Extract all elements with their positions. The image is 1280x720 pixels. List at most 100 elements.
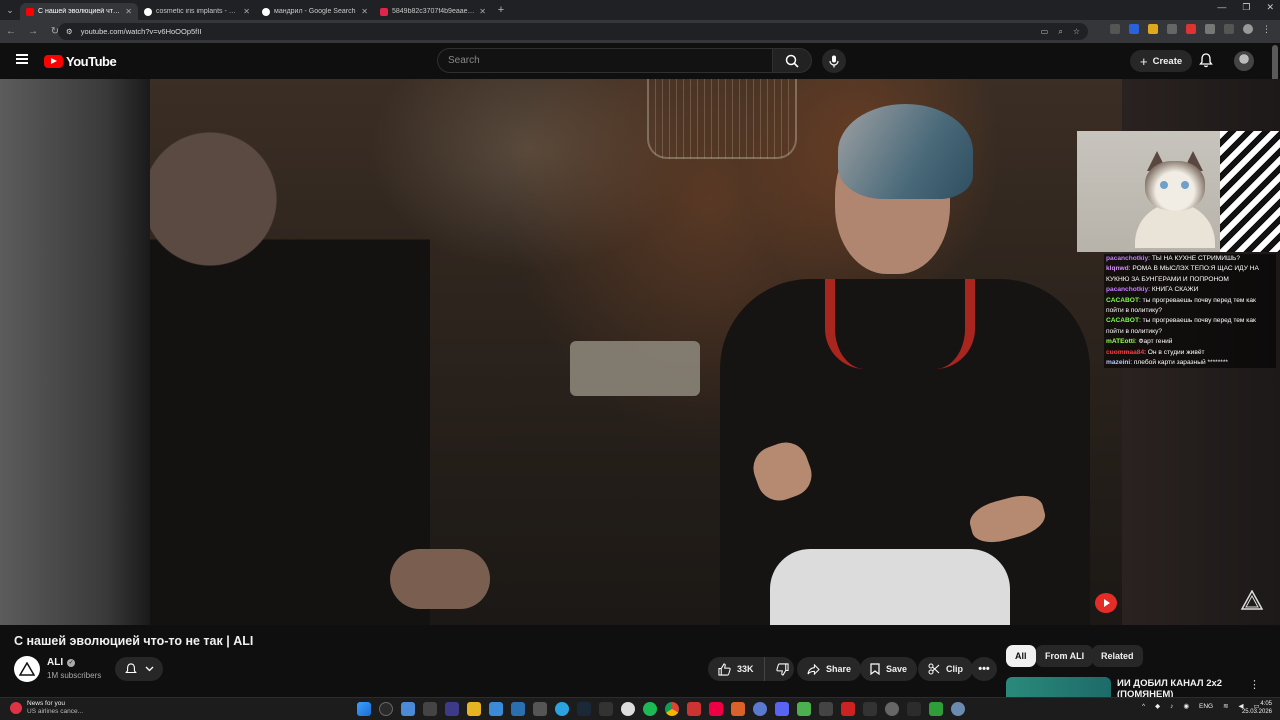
chip-related[interactable]: Related [1092, 645, 1143, 667]
app-icon[interactable] [819, 702, 833, 716]
chat-user: pacanchotkiy [1106, 286, 1149, 294]
app-icon[interactable] [731, 702, 745, 716]
youtube-logo[interactable]: YouTube [44, 54, 117, 69]
language-indicator[interactable]: ENG [1199, 703, 1213, 710]
windows-start-icon[interactable] [357, 702, 371, 716]
tray-app-icon[interactable]: ◆ [1155, 702, 1160, 710]
folder-icon[interactable] [467, 702, 481, 716]
news-title: News for you [27, 700, 65, 707]
app-icon[interactable] [511, 702, 525, 716]
cast-icon[interactable]: ▭ [1041, 27, 1049, 37]
app-icon[interactable] [863, 702, 877, 716]
tray-chevron-icon[interactable]: ^ [1142, 703, 1145, 710]
voice-search-button[interactable] [822, 49, 846, 73]
guest-collar [825, 279, 975, 369]
terminal-icon[interactable] [445, 702, 459, 716]
create-button[interactable]: + Create [1130, 50, 1193, 72]
tab-close-icon[interactable]: ✕ [361, 7, 368, 16]
menu-dots-icon[interactable]: ⋮ [1262, 24, 1272, 34]
clip-button[interactable]: Clip [918, 657, 973, 681]
like-button[interactable]: 33K [708, 657, 765, 681]
restore-icon[interactable]: ❐ [1242, 2, 1250, 13]
app-icon[interactable] [929, 702, 943, 716]
channel-name[interactable]: ALI ✓ [47, 657, 76, 668]
like-dislike-group: 33K [708, 657, 794, 681]
system-clock[interactable]: 4:05 25.03.2026 [1240, 700, 1272, 716]
news-widget[interactable]: News for you US airlines cance... [10, 700, 83, 716]
site-info-icon[interactable]: ⚙ [66, 27, 73, 36]
app-icon[interactable] [533, 702, 547, 716]
app-icon[interactable] [841, 702, 855, 716]
browser-tab-image[interactable]: 5849b82c3707f4b9eaaee0388b ✕ [374, 3, 492, 20]
puzzle-icon[interactable] [1205, 24, 1215, 34]
notifications-button[interactable] [1199, 53, 1213, 73]
zoom-icon[interactable]: ⌕ [1058, 27, 1062, 37]
sidepanel-icon[interactable] [1224, 24, 1234, 34]
chip-all[interactable]: All [1006, 645, 1036, 667]
url-field[interactable]: ⚙ youtube.com/watch?v=v6HoOOp5fII ▭ ⌕ ☆ [58, 23, 1088, 40]
channel-avatar[interactable] [14, 656, 40, 682]
search-icon[interactable] [379, 702, 393, 716]
extension-icon[interactable] [1129, 24, 1139, 34]
cat-image [1135, 151, 1215, 248]
app-icon[interactable] [599, 702, 613, 716]
dislike-button[interactable] [771, 657, 794, 681]
bookmark-star-icon[interactable]: ☆ [1073, 27, 1080, 37]
app-icon[interactable] [907, 702, 921, 716]
forward-icon[interactable]: → [28, 26, 38, 37]
telegram-icon[interactable] [555, 702, 569, 716]
clock-date: 25.03.2026 [1241, 709, 1272, 715]
extension-icon[interactable] [1167, 24, 1177, 34]
wifi-icon[interactable]: ≋ [1223, 702, 1228, 710]
chrome-icon[interactable] [665, 702, 679, 716]
app-icon[interactable] [423, 702, 437, 716]
widgets-icon[interactable] [401, 702, 415, 716]
browser-tab-google-iris[interactable]: cosmetic iris implants - Google ✕ [138, 3, 256, 20]
settings-icon[interactable] [951, 702, 965, 716]
more-actions-button[interactable]: ••• [971, 657, 997, 681]
spotify-icon[interactable] [643, 702, 657, 716]
extension-icon[interactable] [1148, 24, 1158, 34]
tab-close-icon[interactable]: ✕ [125, 7, 132, 16]
tab-search-icon[interactable]: ⌄ [0, 0, 20, 20]
minecraft-icon[interactable] [797, 702, 811, 716]
browser-tab-youtube[interactable]: С нашей эволюцией что-то не ✕ [20, 3, 138, 20]
app-icon[interactable] [885, 702, 899, 716]
discord-icon[interactable] [775, 702, 789, 716]
interviewer-hands [390, 549, 490, 609]
search-input[interactable] [448, 55, 773, 66]
new-tab-button[interactable]: + [492, 4, 510, 16]
app-icon[interactable] [753, 702, 767, 716]
tab-close-icon[interactable]: ✕ [479, 7, 486, 16]
browser-tab-google-mandrill[interactable]: мандрил - Google Search ✕ [256, 3, 374, 20]
app-icon[interactable] [709, 702, 723, 716]
channel-watermark-icon[interactable] [1095, 593, 1117, 613]
chatgpt-icon[interactable] [621, 702, 635, 716]
browser-tab-bar: ⌄ С нашей эволюцией что-то не ✕ cosmetic… [0, 0, 1280, 20]
app-icon[interactable] [489, 702, 503, 716]
chevron-down-icon [145, 666, 153, 672]
profile-icon[interactable] [1243, 24, 1253, 34]
minimize-icon[interactable]: — [1217, 2, 1226, 13]
chip-from-channel[interactable]: From ALI [1036, 645, 1094, 667]
recommended-video-thumbnail[interactable] [1006, 677, 1111, 697]
share-button[interactable]: Share [797, 657, 862, 681]
recommended-more-icon[interactable]: ⋮ [1249, 678, 1260, 691]
menu-icon[interactable] [16, 54, 28, 64]
url-text: youtube.com/watch?v=v6HoOOp5fII [80, 27, 202, 36]
extension-icon[interactable] [1110, 24, 1120, 34]
tab-close-icon[interactable]: ✕ [243, 7, 250, 16]
app-icon[interactable] [687, 702, 701, 716]
share-icon [807, 663, 820, 675]
steam-icon[interactable] [577, 702, 591, 716]
close-window-icon[interactable]: ✕ [1266, 2, 1274, 13]
tray-mic-icon[interactable]: ♪ [1170, 703, 1173, 710]
save-button[interactable]: Save [860, 657, 918, 681]
subscription-notifications-button[interactable] [115, 657, 163, 681]
account-avatar[interactable] [1234, 51, 1254, 71]
search-button[interactable] [772, 48, 812, 73]
extension-icon[interactable] [1186, 24, 1196, 34]
tray-app-icon[interactable]: ◉ [1183, 702, 1189, 710]
back-icon[interactable]: ← [6, 26, 16, 37]
video-player[interactable] [150, 79, 1122, 625]
